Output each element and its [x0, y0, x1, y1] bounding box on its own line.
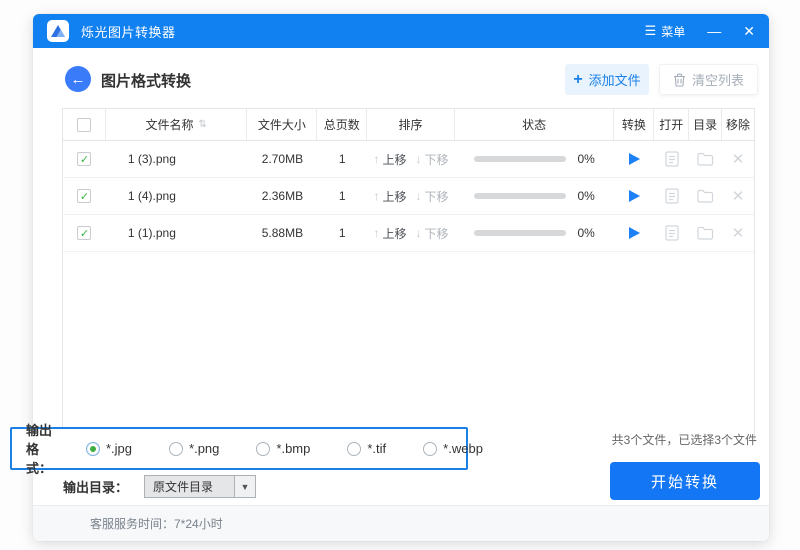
radio-icon [169, 442, 183, 456]
file-size: 2.70MB [248, 152, 318, 166]
radio-option-webp[interactable]: *.webp [423, 441, 483, 456]
progress-bar [474, 156, 566, 162]
column-header-status: 状态 [455, 109, 615, 140]
page-title: 图片格式转换 [101, 70, 191, 91]
up-arrow-icon: ↑ [374, 226, 380, 240]
back-button[interactable]: ← [65, 66, 91, 92]
move-up-button[interactable]: 上移 [383, 188, 407, 205]
open-file-icon[interactable] [665, 188, 679, 204]
down-arrow-icon: ↓ [416, 152, 422, 166]
plus-icon: + [573, 72, 582, 88]
page-count: 1 [317, 189, 367, 203]
file-size: 5.88MB [248, 226, 318, 240]
output-directory-row: 输出目录： 原文件目录 ▼ [63, 475, 256, 498]
open-file-icon[interactable] [665, 225, 679, 241]
radio-icon [347, 442, 361, 456]
app-title: 烁光图片转换器 [81, 22, 176, 41]
menu-label: 菜单 [661, 23, 685, 40]
move-down-button[interactable]: 下移 [425, 188, 449, 205]
remove-button[interactable]: ✕ [732, 187, 745, 205]
folder-icon[interactable] [697, 226, 714, 240]
move-down-button[interactable]: 下移 [425, 151, 449, 168]
output-directory-label: 输出目录： [63, 477, 128, 496]
up-arrow-icon: ↑ [374, 189, 380, 203]
file-count-summary: 共3个文件，已选择3个文件 [612, 431, 757, 448]
convert-play-button[interactable] [629, 190, 640, 202]
select-all-checkbox[interactable] [77, 118, 91, 132]
table-header-row: 文件名称 ⇅ 文件大小 总页数 排序 状态 转换 打开 目录 移除 [63, 109, 754, 141]
progress-percent: 0% [577, 226, 594, 240]
progress-bar [474, 193, 566, 199]
move-up-button[interactable]: 上移 [383, 151, 407, 168]
down-arrow-icon: ↓ [416, 189, 422, 203]
close-button[interactable]: ✕ [743, 24, 755, 38]
radio-icon [86, 442, 100, 456]
row-checkbox[interactable]: ✓ [77, 189, 91, 203]
trash-icon [673, 73, 686, 87]
remove-button[interactable]: ✕ [732, 224, 745, 242]
clear-list-label: 清空列表 [692, 70, 744, 89]
convert-play-button[interactable] [629, 227, 640, 239]
file-name: 1 (1).png [106, 226, 248, 240]
move-up-button[interactable]: 上移 [383, 225, 407, 242]
dropdown-arrow-icon: ▼ [234, 476, 255, 497]
folder-icon[interactable] [697, 189, 714, 203]
menu-button[interactable]: ☰ 菜单 [645, 23, 686, 40]
row-checkbox[interactable]: ✓ [77, 226, 91, 240]
row-checkbox[interactable]: ✓ [77, 152, 91, 166]
file-name: 1 (4).png [106, 189, 248, 203]
progress-bar [474, 230, 566, 236]
folder-icon[interactable] [697, 152, 714, 166]
progress-percent: 0% [577, 152, 594, 166]
table-row: ✓ 1 (1).png 5.88MB 1 ↑ 上移 ↓ 下移 0% ✕ [63, 215, 754, 252]
radio-option-jpg[interactable]: *.jpg [86, 441, 132, 456]
file-name: 1 (3).png [106, 152, 248, 166]
page-count: 1 [317, 152, 367, 166]
radio-icon [256, 442, 270, 456]
add-files-button[interactable]: + 添加文件 [565, 64, 649, 95]
column-header-filename[interactable]: 文件名称 ⇅ [106, 109, 248, 140]
add-files-label: 添加文件 [589, 70, 641, 89]
convert-play-button[interactable] [629, 153, 640, 165]
column-header-order: 排序 [367, 109, 455, 140]
output-format-panel: 输出格式： *.jpg *.png *.bmp *.tif *.webp [10, 427, 468, 470]
radio-option-png[interactable]: *.png [169, 441, 219, 456]
progress-percent: 0% [577, 189, 594, 203]
page-header: ← 图片格式转换 + 添加文件 清空列表 [33, 62, 769, 100]
down-arrow-icon: ↓ [416, 226, 422, 240]
move-down-button[interactable]: 下移 [425, 225, 449, 242]
column-header-open: 打开 [654, 109, 689, 140]
table-row: ✓ 1 (4).png 2.36MB 1 ↑ 上移 ↓ 下移 0% ✕ [63, 178, 754, 215]
radio-option-tif[interactable]: *.tif [347, 441, 386, 456]
service-hours-text: 客服服务时间：7*24小时 [90, 515, 223, 532]
column-header-dir: 目录 [689, 109, 722, 140]
hamburger-icon: ☰ [645, 23, 657, 39]
titlebar: 烁光图片转换器 ☰ 菜单 — ✕ [33, 14, 769, 48]
radio-option-bmp[interactable]: *.bmp [256, 441, 310, 456]
open-file-icon[interactable] [665, 151, 679, 167]
table-row: ✓ 1 (3).png 2.70MB 1 ↑ 上移 ↓ 下移 0% ✕ [63, 141, 754, 178]
column-header-filesize: 文件大小 [247, 109, 317, 140]
back-arrow-icon: ← [71, 71, 86, 88]
footer-bar: 客服服务时间：7*24小时 [33, 505, 769, 541]
up-arrow-icon: ↑ [374, 152, 380, 166]
sort-icon: ⇅ [198, 119, 206, 130]
file-size: 2.36MB [248, 189, 318, 203]
column-header-remove: 移除 [722, 109, 754, 140]
output-directory-select[interactable]: 原文件目录 ▼ [144, 475, 256, 498]
page-count: 1 [317, 226, 367, 240]
column-header-convert: 转换 [614, 109, 654, 140]
output-format-label: 输出格式： [26, 420, 52, 477]
minimize-button[interactable]: — [707, 24, 721, 38]
output-directory-value: 原文件目录 [145, 476, 234, 497]
start-convert-button[interactable]: 开始转换 [610, 462, 760, 500]
column-header-pages: 总页数 [317, 109, 367, 140]
clear-list-button[interactable]: 清空列表 [659, 64, 758, 95]
file-table: 文件名称 ⇅ 文件大小 总页数 排序 状态 转换 打开 目录 移除 ✓ 1 (3… [62, 108, 755, 442]
table-body: ✓ 1 (3).png 2.70MB 1 ↑ 上移 ↓ 下移 0% ✕ ✓ 1 … [63, 141, 754, 252]
radio-icon [423, 442, 437, 456]
remove-button[interactable]: ✕ [732, 150, 745, 168]
app-logo-icon [47, 20, 69, 42]
